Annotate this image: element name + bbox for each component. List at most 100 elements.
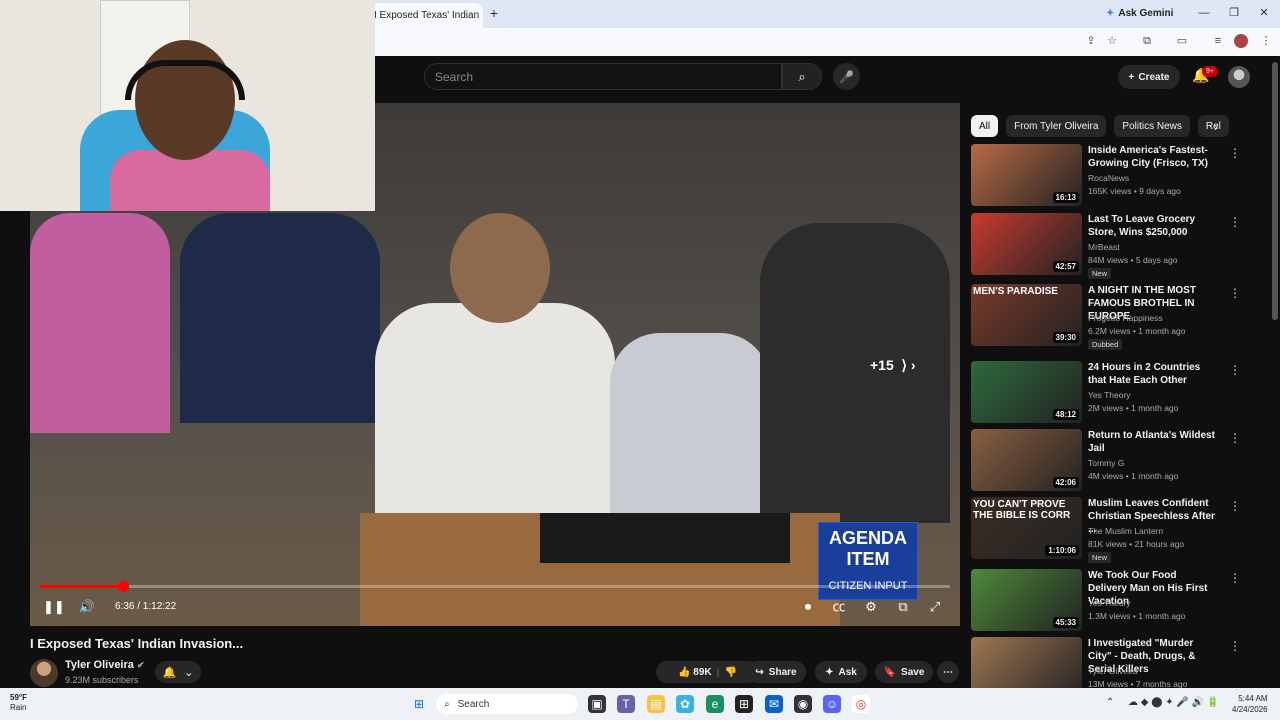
page-scrollbar[interactable] — [1272, 62, 1278, 320]
rec-more-icon[interactable]: ⋮ — [1229, 146, 1241, 160]
sidepanel-icon[interactable]: ▭ — [1175, 34, 1189, 48]
rec-channel[interactable]: Yes Theory — [1088, 390, 1131, 400]
rec-thumbnail[interactable]: 48:12 — [971, 361, 1082, 423]
rec-thumbnail[interactable]: 45:33 — [971, 569, 1082, 631]
rec-more-icon[interactable]: ⋮ — [1229, 363, 1241, 377]
rec-channel[interactable]: The Muslim Lantern — [1088, 526, 1163, 536]
rec-badge: Dubbed — [1088, 339, 1123, 350]
browser-tab-active[interactable]: I Exposed Texas' Indian 🔊 ✕ — [368, 3, 483, 28]
rec-channel[interactable]: Yes Theory — [1088, 598, 1131, 608]
weather-widget[interactable]: 59°F Rain — [10, 693, 27, 713]
like-count: 89K — [693, 666, 712, 678]
extensions-icon[interactable]: ⧉ — [1140, 34, 1154, 48]
cast-icon[interactable]: ⇪ — [1084, 34, 1098, 48]
fullscreen-icon[interactable]: ⤢ — [926, 598, 944, 616]
rec-more-icon[interactable]: ⋮ — [1229, 571, 1241, 585]
chrome-icon[interactable]: ◎ — [852, 695, 870, 713]
rec-channel[interactable]: Progetto Happiness — [1088, 313, 1163, 323]
ask-gemini-button[interactable]: ✦ Ask Gemini — [1106, 4, 1176, 22]
search-button[interactable]: ⌕ — [782, 63, 822, 90]
progress-track[interactable] — [40, 585, 950, 588]
person-hat — [760, 223, 950, 523]
rec-title[interactable]: Return to Atlanta's Wildest Jail — [1088, 429, 1216, 455]
person-pink-shirt — [30, 213, 170, 433]
rec-more-icon[interactable]: ⋮ — [1229, 286, 1241, 300]
browser-profile-avatar[interactable] — [1234, 34, 1248, 48]
bookmark-star-icon[interactable]: ☆ — [1105, 34, 1119, 48]
rec-channel[interactable]: Tommy G — [1088, 458, 1124, 468]
ask-button[interactable]: ✦ Ask — [815, 661, 867, 683]
rec-meta: 81K views • 21 hours ago — [1088, 539, 1185, 549]
edge-icon[interactable]: e — [706, 695, 724, 713]
rec-meta: 165K views • 9 days ago — [1088, 186, 1181, 196]
steam-icon[interactable]: ◉ — [794, 695, 812, 713]
rec-badge: New — [1088, 268, 1112, 279]
rec-title[interactable]: Last To Leave Grocery Store, Wins $250,0… — [1088, 213, 1216, 239]
rec-title[interactable]: Inside America's Fastest-Growing City (F… — [1088, 144, 1216, 170]
taskbar-clock[interactable]: 5:44 AM 4/24/2026 — [1232, 693, 1268, 715]
tray-apps-icon[interactable]: ☁ ◆ ⬤ ✦ 🎤 🔊 🔋 — [1128, 697, 1219, 708]
rec-thumbnail[interactable]: MEN'S PARADISE 39:30 — [971, 284, 1082, 346]
windows-start-icon[interactable]: ⊞ — [410, 695, 428, 713]
rec-thumbnail[interactable]: 16:13 — [971, 144, 1082, 206]
progress-scrubber[interactable] — [117, 581, 129, 592]
minimize-icon[interactable]: — — [1196, 5, 1212, 21]
verified-check-icon: ✔ — [136, 660, 145, 670]
save-button[interactable]: 🔖 Save — [875, 661, 933, 683]
rec-channel[interactable]: MrBeast — [1088, 242, 1120, 252]
rec-more-icon[interactable]: ⋮ — [1229, 431, 1241, 445]
share-button[interactable]: ↪ Share — [746, 661, 806, 683]
settings-gear-icon[interactable]: ⚙ — [862, 598, 880, 616]
voice-search-button[interactable]: 🎤 — [833, 63, 860, 90]
rec-more-icon[interactable]: ⋮ — [1229, 499, 1241, 513]
taskbar-search-label: Search — [457, 698, 490, 710]
outlook-icon[interactable]: ✉ — [765, 695, 783, 713]
agenda-item-graphic: AGENDA ITEM CITIZEN INPUT — [818, 522, 918, 600]
chips-next-icon[interactable]: › — [1214, 120, 1218, 134]
rec-channel[interactable]: RocaNews — [1088, 173, 1129, 183]
new-tab-button[interactable]: + — [486, 5, 502, 21]
create-button[interactable]: + Create — [1118, 65, 1180, 89]
rec-more-icon[interactable]: ⋮ — [1229, 215, 1241, 229]
seek-hint-label: +15 — [870, 357, 894, 373]
rec-channel[interactable]: Tyler Oliveira — [1088, 666, 1138, 676]
reading-list-icon[interactable]: ≡ — [1211, 34, 1225, 48]
teams-icon[interactable]: T — [617, 695, 635, 713]
weather-temp: 59°F — [10, 693, 27, 702]
rec-more-icon[interactable]: ⋮ — [1229, 639, 1241, 653]
dislike-button[interactable]: 👎 — [724, 667, 736, 678]
tray-chevron-up-icon[interactable]: ⌃ — [1106, 697, 1114, 708]
rec-thumbnail[interactable]: 42:06 — [971, 429, 1082, 491]
close-window-icon[interactable]: ✕ — [1256, 5, 1272, 21]
taskbar-search[interactable]: ⌕ Search — [436, 694, 578, 714]
discord-icon[interactable]: ☺ — [823, 695, 841, 713]
pause-icon[interactable]: ❚❚ — [43, 598, 65, 616]
restore-icon[interactable]: ❐ — [1226, 5, 1242, 21]
subscribed-bell-button[interactable]: 🔔 ⌄ — [155, 661, 201, 683]
rec-meta: 6.2M views • 1 month ago — [1088, 326, 1186, 336]
copilot-icon[interactable]: ✿ — [676, 695, 694, 713]
more-actions-button[interactable]: ⋯ — [937, 661, 959, 683]
channel-name[interactable]: Tyler Oliveira ✔ — [65, 659, 145, 671]
file-explorer-icon[interactable]: ▤ — [647, 695, 665, 713]
chip-1[interactable]: From Tyler Oliveira — [1006, 115, 1107, 137]
rec-thumbnail[interactable]: 42:57 — [971, 213, 1082, 275]
like-button[interactable]: 👍 89K — [678, 667, 712, 678]
user-avatar[interactable] — [1228, 66, 1250, 88]
rec-meta: 4M views • 1 month ago — [1088, 471, 1179, 481]
rec-title[interactable]: 24 Hours in 2 Countries that Hate Each O… — [1088, 361, 1216, 387]
volume-icon[interactable]: 🔊 — [78, 598, 96, 616]
captions-icon[interactable]: ㏄ — [830, 598, 848, 616]
store-icon[interactable]: ⊞ — [735, 695, 753, 713]
chip-2[interactable]: Politics News — [1114, 115, 1190, 137]
browser-menu-icon[interactable]: ⋮ — [1259, 34, 1273, 48]
channel-avatar[interactable] — [30, 659, 58, 687]
miniplayer-icon[interactable]: ⧉ — [894, 598, 912, 616]
chip-0[interactable]: All — [971, 115, 999, 137]
rec-thumbnail[interactable]: YOU CAN'T PROVE THE BIBLE IS CORR 1:10:06 — [971, 497, 1082, 559]
search-input[interactable]: Search — [424, 63, 782, 90]
autoplay-toggle-icon[interactable]: ⏺ — [797, 598, 819, 616]
task-view-icon[interactable]: ▣ — [588, 695, 606, 713]
clock-time: 5:44 AM — [1238, 694, 1268, 703]
filter-chips: All From Tyler Oliveira Politics News Rel — [971, 115, 1231, 137]
